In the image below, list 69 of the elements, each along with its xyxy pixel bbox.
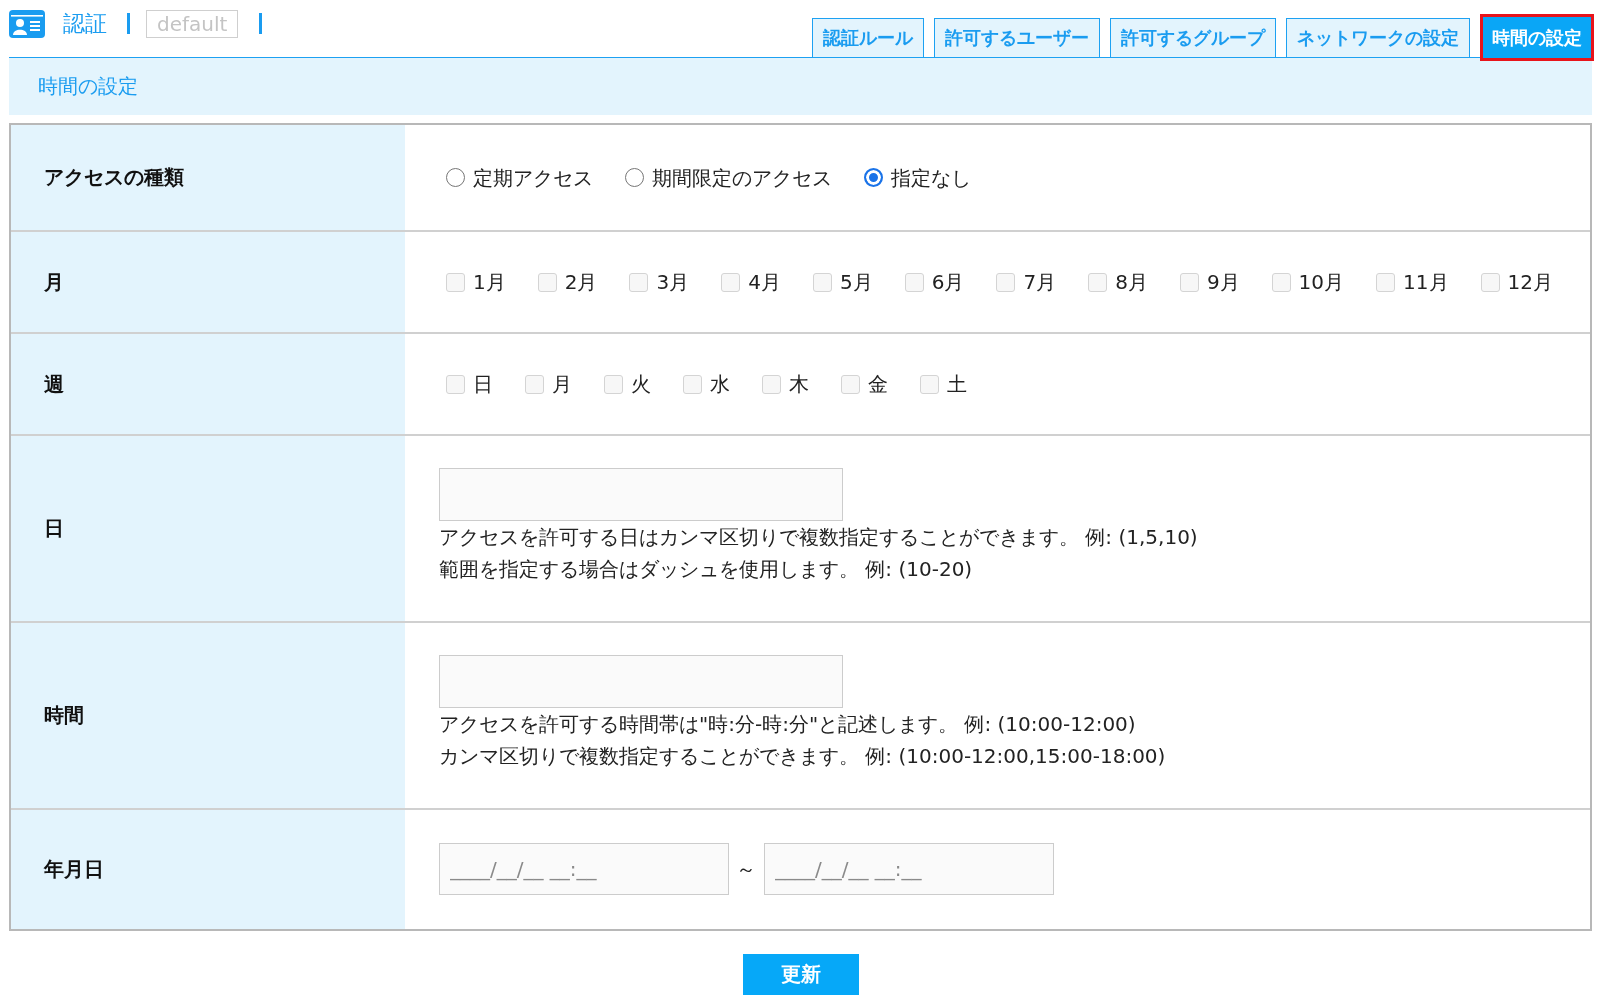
option-label: 8月 bbox=[1115, 269, 1148, 296]
update-button[interactable]: 更新 bbox=[742, 954, 859, 995]
checkbox[interactable] bbox=[996, 272, 1016, 292]
profile-tag: default bbox=[146, 9, 239, 38]
tab[interactable]: 認証ルール bbox=[812, 18, 924, 58]
text-field[interactable] bbox=[439, 468, 843, 521]
checkbox[interactable] bbox=[446, 374, 465, 394]
option-label: 土 bbox=[947, 371, 967, 398]
option-label: 2月 bbox=[564, 269, 598, 296]
checkbox[interactable] bbox=[1179, 272, 1199, 292]
checkbox[interactable] bbox=[629, 272, 649, 292]
field-label: 月 bbox=[44, 268, 64, 296]
option-label: 4月 bbox=[748, 269, 781, 296]
radio-button[interactable] bbox=[864, 168, 883, 187]
checkbox[interactable] bbox=[721, 272, 741, 292]
page-title: 認証 bbox=[63, 10, 107, 38]
field-label: アクセスの種類 bbox=[44, 164, 184, 191]
field-label: 週 bbox=[44, 370, 64, 398]
checkbox[interactable] bbox=[841, 374, 860, 394]
checkbox[interactable] bbox=[1480, 272, 1500, 292]
text-field[interactable] bbox=[439, 655, 843, 708]
id-card-icon bbox=[9, 9, 45, 38]
option-label: 月 bbox=[552, 371, 572, 398]
option-label: 火 bbox=[631, 371, 651, 398]
option-label: 12月 bbox=[1507, 269, 1553, 296]
section-title: 時間の設定 bbox=[38, 74, 138, 98]
option-label: 定期アクセス bbox=[473, 164, 593, 192]
hint-text: アクセスを許可する日はカンマ区切りで複数指定することができます。 例: (1,5,10) bbox=[439, 524, 1198, 551]
checkbox[interactable] bbox=[1376, 272, 1396, 292]
hint-text: カンマ区切りで複数指定することができます。 例: (10:00-12:00,15:00-18:00) bbox=[439, 743, 1166, 770]
option-label: 5月 bbox=[839, 269, 873, 296]
option-label: 指定なし bbox=[891, 164, 971, 192]
checkbox[interactable] bbox=[446, 272, 465, 292]
date-field[interactable]: ____/__/__ __:__ bbox=[764, 843, 1054, 895]
checkbox[interactable] bbox=[812, 272, 832, 292]
option-label: 3月 bbox=[656, 269, 690, 296]
option-label: 水 bbox=[710, 371, 730, 398]
hint-text: 範囲を指定する場合はダッシュを使用します。 例: (10-20) bbox=[439, 556, 973, 583]
option-label: 7月 bbox=[1023, 269, 1057, 296]
checkbox[interactable] bbox=[1088, 272, 1108, 292]
checkbox[interactable] bbox=[604, 374, 623, 394]
checkbox[interactable] bbox=[904, 272, 924, 292]
option-label: 9月 bbox=[1206, 269, 1240, 296]
tab[interactable]: ネットワークの設定 bbox=[1286, 18, 1470, 58]
checkbox[interactable] bbox=[920, 374, 939, 394]
date-field[interactable]: ____/__/__ __:__ bbox=[439, 843, 729, 895]
field-label: 日 bbox=[44, 515, 64, 542]
hint-text: アクセスを許可する時間帯は"時:分-時:分"と記述します。 例: (10:00-12:00) bbox=[439, 711, 1136, 738]
option-label: 木 bbox=[789, 371, 809, 398]
field-label: 年月日 bbox=[44, 856, 104, 883]
tab[interactable]: 許可するグループ bbox=[1110, 18, 1276, 58]
option-label: 1月 bbox=[473, 269, 506, 296]
checkbox[interactable] bbox=[537, 272, 557, 292]
radio-button[interactable] bbox=[446, 168, 465, 187]
tab[interactable]: 許可するユーザー bbox=[934, 18, 1100, 58]
range-separator: ～ bbox=[736, 855, 756, 883]
checkbox[interactable] bbox=[1271, 272, 1291, 292]
checkbox[interactable] bbox=[525, 374, 544, 394]
option-label: 金 bbox=[868, 371, 888, 398]
option-label: 期間限定のアクセス bbox=[652, 164, 832, 192]
tab[interactable]: 時間の設定 bbox=[1480, 14, 1594, 61]
option-label: 11月 bbox=[1403, 269, 1449, 296]
radio-button[interactable] bbox=[625, 168, 644, 187]
checkbox[interactable] bbox=[683, 374, 702, 394]
field-label: 時間 bbox=[44, 702, 84, 729]
checkbox[interactable] bbox=[762, 374, 781, 394]
option-label: 10月 bbox=[1298, 269, 1345, 296]
option-label: 6月 bbox=[931, 269, 965, 296]
option-label: 日 bbox=[473, 371, 493, 398]
